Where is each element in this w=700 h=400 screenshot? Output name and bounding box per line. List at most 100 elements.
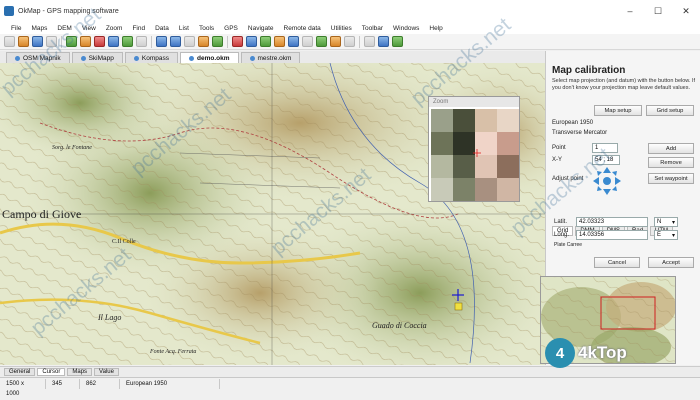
- latitude-hemisphere-select[interactable]: N ▾: [654, 217, 678, 227]
- map-label-campo: Campo di Giove: [2, 207, 82, 221]
- menu-navigate[interactable]: Navigate: [243, 25, 279, 32]
- status-datum: European 1950: [120, 378, 220, 389]
- zoom-preview: [431, 109, 519, 201]
- add-button[interactable]: Add: [648, 143, 694, 154]
- tab-general[interactable]: General: [4, 368, 36, 376]
- menu-toolbar[interactable]: Toolbar: [357, 25, 388, 32]
- title-bar: OkMap - GPS mapping software – ☐ ✕: [0, 0, 700, 22]
- download-icon[interactable]: [260, 36, 271, 47]
- toolbar-separator: [151, 35, 152, 48]
- track-icon[interactable]: [94, 36, 105, 47]
- tab-kompass[interactable]: Kompass: [124, 52, 178, 63]
- menu-utilities[interactable]: Utilities: [326, 25, 357, 32]
- logo-text: 4kTop: [578, 343, 627, 362]
- panel-title: Map calibration: [552, 65, 626, 76]
- zoom-out-icon[interactable]: [170, 36, 181, 47]
- menu-remote-data[interactable]: Remote data: [279, 25, 326, 32]
- layers-icon[interactable]: [212, 36, 223, 47]
- chart-icon[interactable]: [330, 36, 341, 47]
- tab-label: Kompass: [141, 54, 169, 62]
- menu-windows[interactable]: Windows: [388, 25, 424, 32]
- pan-icon[interactable]: [198, 36, 209, 47]
- status-y: 862: [80, 378, 120, 389]
- status-x: 345: [46, 378, 80, 389]
- longitude-field[interactable]: 14.03356: [576, 230, 648, 240]
- menu-gps[interactable]: GPS: [219, 25, 243, 32]
- tab-osm-mapnik[interactable]: OSM Mapnik: [6, 52, 70, 63]
- globe-icon: [80, 55, 86, 61]
- pointer-icon[interactable]: [364, 36, 375, 47]
- zoom-in-icon[interactable]: [156, 36, 167, 47]
- chevron-down-icon: ▾: [671, 232, 675, 239]
- xy-label: X-Y: [552, 157, 563, 163]
- menu-view[interactable]: View: [77, 25, 101, 32]
- menu-find[interactable]: Find: [127, 25, 150, 32]
- latitude-field[interactable]: 42.03323: [576, 217, 648, 227]
- new-icon[interactable]: [4, 36, 15, 47]
- menu-tools[interactable]: Tools: [194, 25, 219, 32]
- longitude-label: Long.: [554, 232, 570, 238]
- set-waypoint-button[interactable]: Set waypoint: [648, 173, 694, 184]
- cancel-button[interactable]: Cancel: [594, 257, 640, 268]
- projection-label: Transverse Mercator: [552, 130, 608, 136]
- zoom-fit-icon[interactable]: [184, 36, 195, 47]
- map-icon: [249, 55, 255, 61]
- brand-logo: 4 4kTop: [545, 338, 627, 368]
- tab-value[interactable]: Value: [94, 368, 119, 376]
- pencil-icon[interactable]: [80, 36, 91, 47]
- maximize-button[interactable]: ☐: [644, 0, 672, 22]
- toolbar-separator: [227, 35, 228, 48]
- menu-help[interactable]: Help: [424, 25, 447, 32]
- map-label-lago: Il Lago: [98, 313, 122, 322]
- waypoint-icon[interactable]: [122, 36, 133, 47]
- latitude-hemisphere-value: N: [657, 219, 662, 225]
- plate-carree-label: Plate Carree: [554, 242, 583, 248]
- menu-list[interactable]: List: [174, 25, 194, 32]
- calibrate-icon[interactable]: [392, 36, 403, 47]
- remove-button[interactable]: Remove: [648, 157, 694, 168]
- window-title: OkMap - GPS mapping software: [18, 7, 119, 15]
- grid-setup-button[interactable]: Grid setup: [646, 105, 694, 116]
- map-label-guado: Guado di Coccia: [372, 321, 427, 330]
- tab-mestre-okm[interactable]: mestre.okm: [240, 52, 301, 63]
- map-setup-button[interactable]: Map setup: [594, 105, 642, 116]
- tab-cursor[interactable]: Cursor: [37, 368, 66, 376]
- close-button[interactable]: ✕: [672, 0, 700, 22]
- route-icon[interactable]: [108, 36, 119, 47]
- menu-maps[interactable]: Maps: [26, 25, 52, 32]
- open-icon[interactable]: [18, 36, 29, 47]
- point-field[interactable]: 1: [592, 143, 618, 153]
- ruler-icon[interactable]: [136, 36, 147, 47]
- sync-icon[interactable]: [302, 36, 313, 47]
- status-bar: 1500 x 1000 345 862 European 1950: [0, 377, 700, 397]
- cloud-icon[interactable]: [288, 36, 299, 47]
- compass-arrows-icon: [593, 167, 621, 195]
- tab-maps[interactable]: Maps: [67, 368, 93, 376]
- menu-data[interactable]: Data: [150, 25, 174, 32]
- globe-icon: [15, 55, 20, 61]
- longitude-hemisphere-value: E: [657, 232, 662, 238]
- upload-icon[interactable]: [274, 36, 285, 47]
- tab-demo-okm[interactable]: demo.okm: [179, 52, 239, 63]
- crosshair-icon[interactable]: [378, 36, 389, 47]
- menu-file[interactable]: File: [6, 25, 26, 32]
- menu-dem[interactable]: DEM: [52, 25, 76, 32]
- satellite-icon[interactable]: [246, 36, 257, 47]
- print-icon[interactable]: [46, 36, 57, 47]
- status-map-size: 1500 x 1000: [0, 378, 46, 397]
- save-icon[interactable]: [32, 36, 43, 47]
- tab-skimapp[interactable]: SkiMapp: [71, 52, 123, 63]
- adjust-arrows-icon[interactable]: [592, 166, 622, 196]
- longitude-hemisphere-select[interactable]: E ▾: [654, 230, 678, 240]
- toolbar-separator: [359, 35, 360, 48]
- edit-icon[interactable]: [66, 36, 77, 47]
- settings-icon[interactable]: [344, 36, 355, 47]
- accept-button[interactable]: Accept: [648, 257, 694, 268]
- menu-zoom[interactable]: Zoom: [101, 25, 128, 32]
- zoom-window[interactable]: Zoom: [428, 96, 520, 202]
- xy-field[interactable]: 54 ; 18: [592, 155, 620, 165]
- minimize-button[interactable]: –: [616, 0, 644, 22]
- map-tabs: OSM Mapnik SkiMapp Kompass demo.okm mest…: [0, 51, 545, 63]
- gps-icon[interactable]: [232, 36, 243, 47]
- filter-icon[interactable]: [316, 36, 327, 47]
